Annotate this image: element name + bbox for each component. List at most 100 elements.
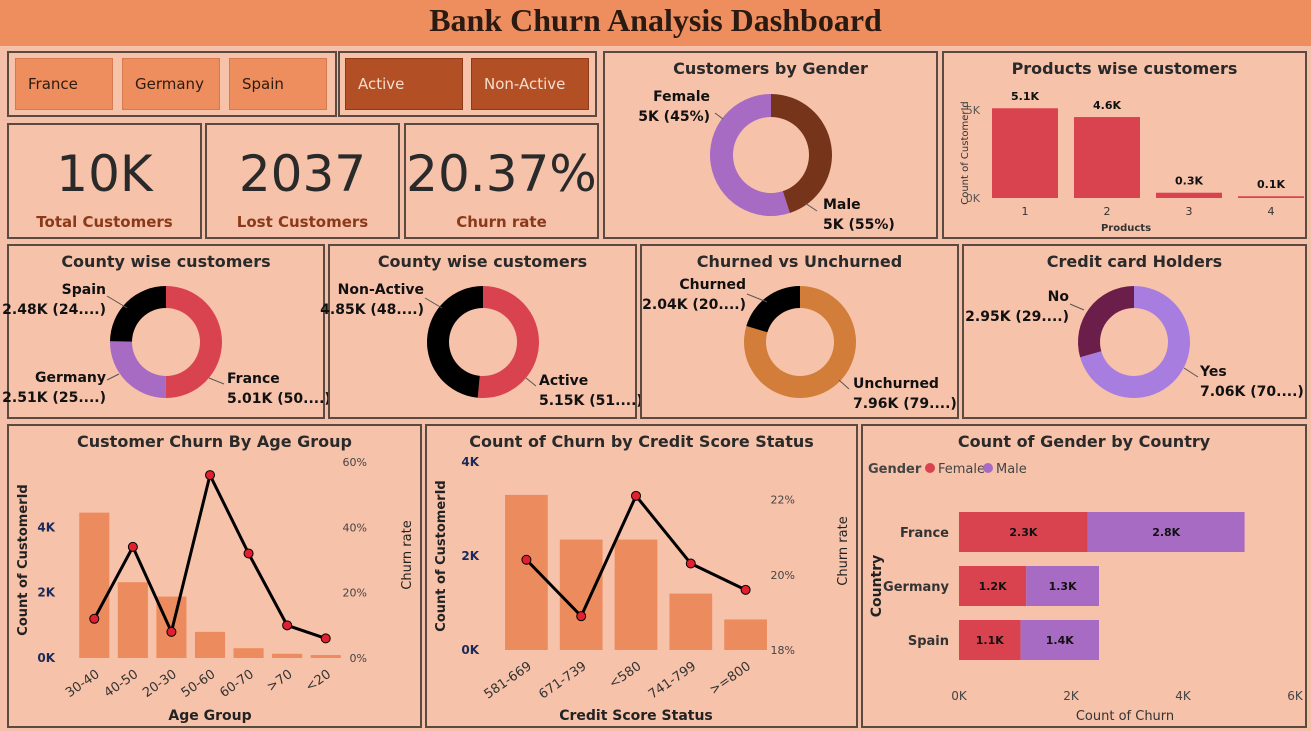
legend-marker <box>925 463 935 473</box>
slice-value-label: 5K (55%) <box>823 217 895 233</box>
y2-tick-label: 40% <box>343 521 367 534</box>
x-tick-label: 1 <box>1022 205 1029 218</box>
credit-combo-g: 0K 2K 4K 18% 20% 22% Count of CustomerId Churn … <box>434 455 851 724</box>
x-axis-title: Count of Churn <box>1076 709 1174 724</box>
bar <box>614 539 658 650</box>
y2-tick-label: 20% <box>343 587 367 600</box>
y2-tick-label: 0% <box>350 652 367 665</box>
title-bar: Bank Churn Analysis Dashboard <box>0 0 1311 46</box>
leader-line <box>106 295 128 309</box>
slice-value-label: 2.51K (25....) <box>2 390 106 406</box>
x-tick-label: 60-70 <box>217 667 257 701</box>
y-tick-label: 0K <box>461 643 479 657</box>
bar-data-label: 5.1K <box>1011 90 1039 103</box>
donut-slice-spain <box>110 286 166 342</box>
slice-value-label: 5K (45%) <box>638 109 710 125</box>
slice-label: Churned <box>679 277 746 293</box>
bar <box>1074 117 1140 198</box>
slice-value-label: 5.15K (51....) <box>539 393 643 409</box>
leader-line <box>838 379 850 390</box>
gender-country-bar-chart: Gender Female Male France 2.3K 2.8K Germany 1.2… <box>868 462 1304 724</box>
kpi-value: 10K <box>56 145 153 203</box>
slicer-france-button[interactable]: France <box>15 58 113 110</box>
kpi-lost-customers: 2037 Lost Customers <box>205 123 400 239</box>
donut-slice-churned <box>746 286 800 333</box>
leader-line <box>424 297 443 309</box>
country-donut-chart: France 5.01K (50....) Germany 2.51K (25....… <box>2 282 331 407</box>
products-bar-chart: Count of CustomerId0K5K5.1K14.6K20.3K30.… <box>960 90 1304 234</box>
legend-label: Female <box>938 462 985 477</box>
slicer-spain-button[interactable]: Spain <box>229 58 327 110</box>
bar <box>117 582 148 658</box>
slice-value-label: 2.04K (20....) <box>642 297 746 313</box>
churn-rate-point <box>631 490 641 501</box>
slice-label: Male <box>823 197 861 213</box>
donut-slice-germany <box>110 341 166 398</box>
slice-value-label: 2.95K (29....) <box>965 309 1069 325</box>
y2-tick-label: 18% <box>771 644 795 657</box>
dashboard-title: Bank Churn Analysis Dashboard <box>429 2 882 38</box>
age-chart-panel: Customer Churn By Age Group 0K 2K 4K 0% 20% 4… <box>7 424 422 728</box>
age-combo-chart: 0K 2K 4K 0% 20% 40% 60% Count of CustomerId Chur… <box>16 456 415 724</box>
x-tick-label: 6K <box>1287 689 1304 703</box>
bar-data-label: 1.3K <box>1049 580 1077 593</box>
slice-label: No <box>1048 289 1070 305</box>
churn-rate-point <box>127 541 138 552</box>
slicer-germany-button[interactable]: Germany <box>122 58 220 110</box>
activity-slicer: Active Non-Active <box>338 51 597 117</box>
leader-line <box>208 377 225 385</box>
credit-combo-chart: 0K 2K 4K 18% 20% 22% Count of CustomerId Churn … <box>434 455 851 724</box>
churned-donut-chart: Unchurned 7.96K (79....) Churned 2.04K (20.… <box>642 277 957 412</box>
slice-label: Spain <box>62 282 106 298</box>
bar <box>724 619 767 650</box>
x-tick-label: 20-30 <box>140 667 180 701</box>
bar <box>272 653 303 658</box>
country-slicer: France Germany Spain <box>7 51 337 117</box>
gender-donut-chart: Female 5K (45%) Male 5K (55%) <box>638 89 895 233</box>
x-tick-label: 581-669 <box>482 659 535 702</box>
bar <box>559 539 603 650</box>
x-tick-label: 40-50 <box>102 667 142 701</box>
bar <box>233 648 264 658</box>
slice-value-label: 7.06K (70....) <box>1200 384 1304 400</box>
activity-chart-panel: County wise customers Active 5.15K (51...… <box>320 244 643 419</box>
y-tick-label: 4K <box>461 455 479 469</box>
x-tick-label: 30-40 <box>63 667 103 701</box>
y-tick-label: Spain <box>908 634 949 649</box>
bar-data-label: 1.1K <box>976 634 1004 647</box>
x-tick-label: >70 <box>264 667 295 695</box>
bar <box>1156 192 1222 198</box>
creditcard-chart-panel: Credit card Holders Yes 7.06K (70....) No 2… <box>962 244 1307 419</box>
churn-rate-point <box>685 558 696 569</box>
activity-donut-g: Active 5.15K (51....) Non-Active 4.85K (48.… <box>320 282 643 409</box>
leader-line <box>714 112 724 120</box>
churn-rate-point <box>521 554 532 565</box>
bar <box>310 655 341 658</box>
x-tick-label: 3 <box>1186 205 1193 218</box>
y2-tick-label: 22% <box>771 494 795 507</box>
country-donut-g: France 5.01K (50....) Germany 2.51K (25....… <box>2 282 331 407</box>
leader-line <box>746 293 768 303</box>
y2-axis-title: Churn rate <box>836 516 851 585</box>
kpi-value: 20.37% <box>406 145 597 203</box>
churned-donut-g: Unchurned 7.96K (79....) Churned 2.04K (20.… <box>642 277 957 412</box>
slicer-non-active-button[interactable]: Non-Active <box>471 58 589 110</box>
products-bar-g: Count of CustomerId0K5K5.1K14.6K20.3K30.… <box>960 90 1304 234</box>
credit-chart-panel: Count of Churn by Credit Score Status 0K… <box>425 424 858 728</box>
age-combo-g: 0K 2K 4K 0% 20% 40% 60% Count of CustomerId Chur… <box>16 456 415 724</box>
slicer-active-button[interactable]: Active <box>345 58 463 110</box>
gender-country-bar-g: Gender Female Male France 2.3K 2.8K Germany 1.2… <box>868 462 1304 724</box>
churned-chart-panel: Churned vs Unchurned Unchurned 7.96K (79.… <box>640 244 959 419</box>
churn-rate-point <box>205 470 215 481</box>
kpi-value: 2037 <box>238 145 367 203</box>
y-tick-label: 2K <box>461 549 479 563</box>
y-tick-label: 2K <box>37 586 55 600</box>
bar <box>505 494 548 650</box>
y2-tick-label: 20% <box>771 569 795 582</box>
kpi-label: Churn rate <box>456 213 547 231</box>
x-tick-label: <20 <box>303 667 334 695</box>
y-tick-label: 0K <box>966 192 981 205</box>
kpi-churn-rate: 20.37% Churn rate <box>404 123 599 239</box>
activity-donut-chart: Active 5.15K (51....) Non-Active 4.85K (48.… <box>320 282 643 409</box>
bar-data-label: 2.8K <box>1152 526 1180 539</box>
